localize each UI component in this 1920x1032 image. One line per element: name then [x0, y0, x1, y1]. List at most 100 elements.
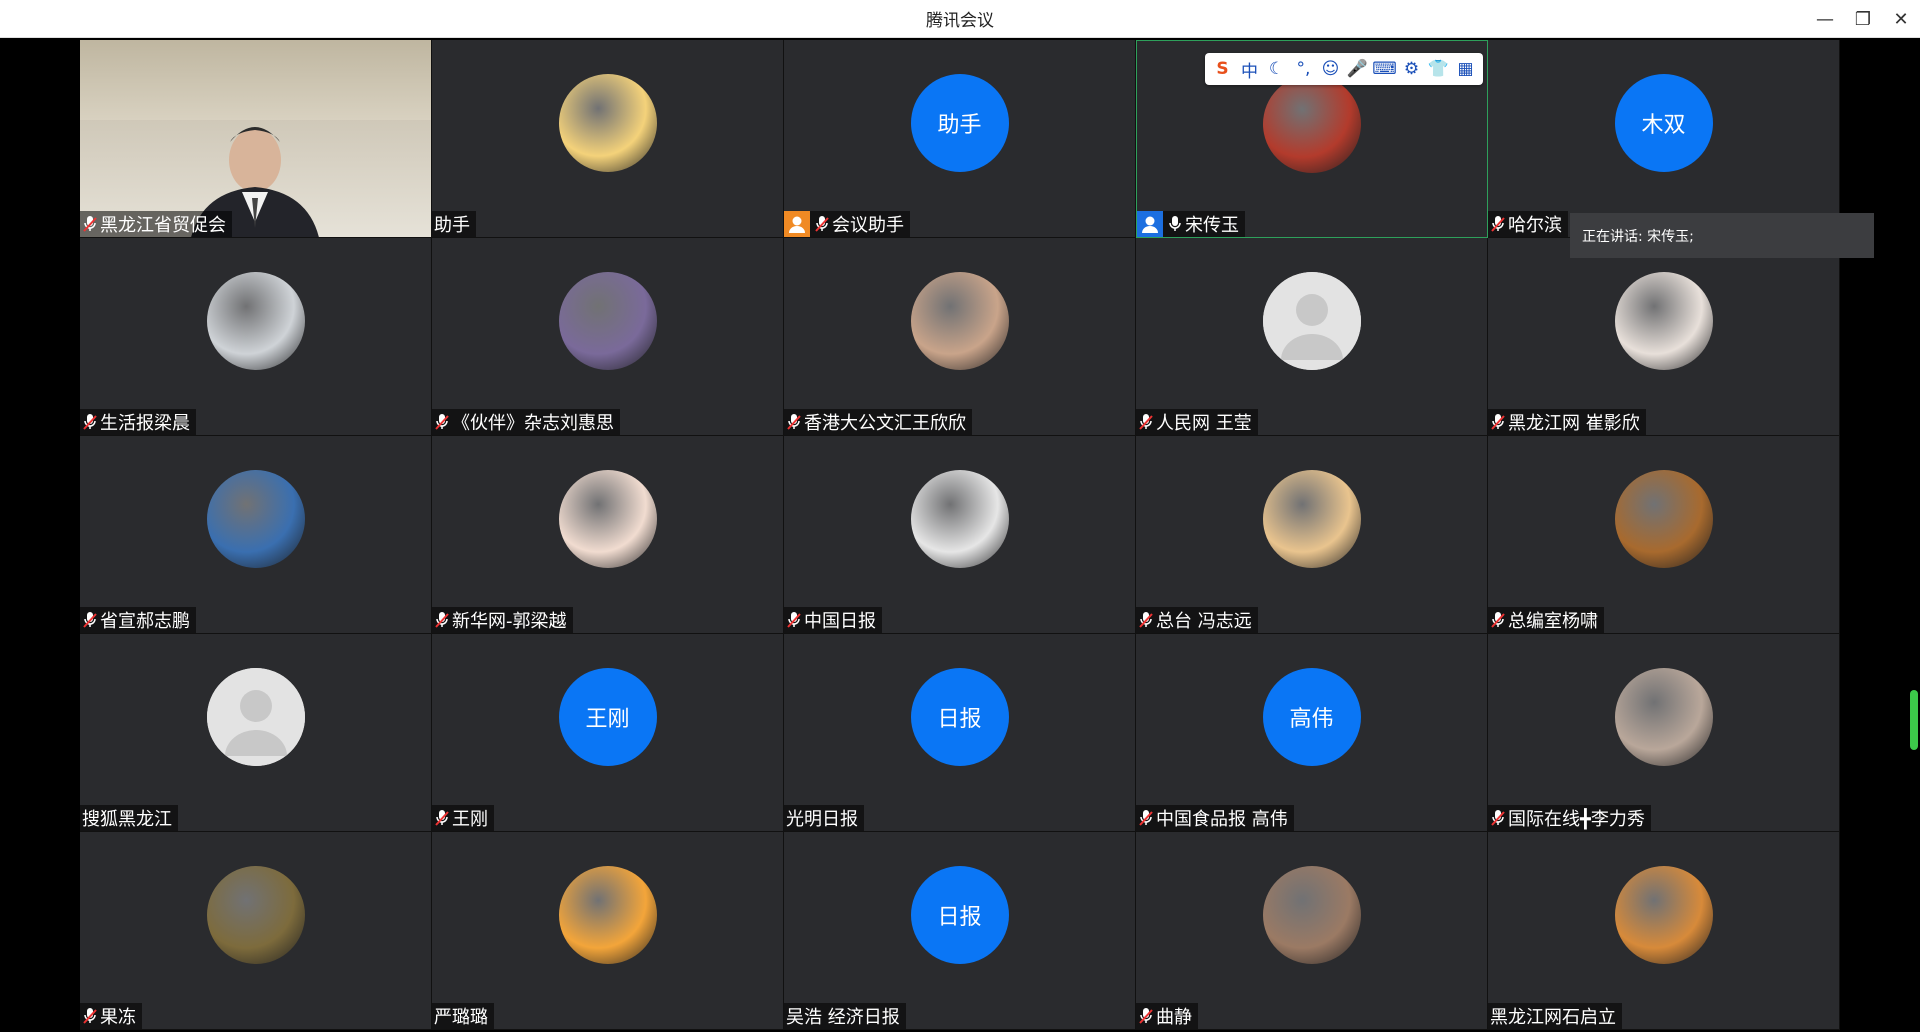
- participant-name-bar: 果冻: [80, 1003, 142, 1029]
- participant-tile[interactable]: 中国日报: [784, 436, 1136, 634]
- mic-muted-icon: [1138, 610, 1154, 630]
- participant-tile[interactable]: 省宣郝志鹏: [80, 436, 432, 634]
- avatar-image: [1262, 470, 1361, 568]
- participant-name-bar: 哈尔滨: [1488, 211, 1568, 237]
- ime-logo-icon[interactable]: S: [1209, 55, 1236, 83]
- participant-name-bar: 光明日报: [784, 805, 864, 831]
- participant-name: 光明日报: [786, 809, 858, 830]
- participant-name: 中国日报: [804, 611, 876, 632]
- participant-name: 黑龙江网石启立: [1490, 1007, 1616, 1028]
- minimize-button[interactable]: —: [1806, 0, 1844, 38]
- avatar-image: [558, 470, 657, 568]
- participant-grid: 黑龙江省贸促会 助手 助手 会议助手 S 中 ☾ °, ☺ 🎤 ⌨ ⚙ 👕 ▦ 宋传玉 木双 哈尔滨生活报梁晨 《…: [80, 40, 1840, 1030]
- avatar-image: [206, 470, 305, 568]
- speaking-indicator: 正在讲话: 宋传玉;: [1570, 213, 1874, 258]
- avatar-image: [206, 866, 305, 964]
- speaking-label: 正在讲话: 宋传玉;: [1582, 228, 1694, 245]
- window-title: 腾讯会议: [926, 11, 994, 31]
- participant-tile[interactable]: 助手: [432, 40, 784, 238]
- mic-muted-icon: [1490, 412, 1506, 432]
- participant-tile[interactable]: 高伟 中国食品报 高伟: [1136, 634, 1488, 832]
- avatar-image: [558, 866, 657, 964]
- participant-tile[interactable]: S 中 ☾ °, ☺ 🎤 ⌨ ⚙ 👕 ▦ 宋传玉: [1136, 40, 1488, 238]
- mic-muted-icon: [82, 610, 98, 630]
- participant-tile[interactable]: 曲静: [1136, 832, 1488, 1030]
- mic-muted-icon: [1490, 610, 1506, 630]
- skin-icon[interactable]: 👕: [1425, 55, 1452, 83]
- participant-name: 香港大公文汇王欣欣: [804, 413, 966, 434]
- participant-tile[interactable]: 《伙伴》杂志刘惠思: [432, 238, 784, 436]
- participant-tile[interactable]: 黑龙江省贸促会: [80, 40, 432, 238]
- participant-name-bar: 助手: [432, 211, 476, 237]
- participant-tile[interactable]: 国际在线╋李力秀: [1488, 634, 1840, 832]
- participant-name: 吴浩 经济日报: [786, 1007, 900, 1028]
- participant-tile[interactable]: 果冻: [80, 832, 432, 1030]
- participant-name-bar: 黑龙江省贸促会: [80, 211, 232, 237]
- participant-name: 人民网 王莹: [1156, 413, 1252, 434]
- participant-tile[interactable]: 搜狐黑龙江: [80, 634, 432, 832]
- keyboard-icon[interactable]: ⌨: [1371, 55, 1398, 83]
- avatar-image: [1614, 668, 1713, 766]
- participant-name: 省宣郝志鹏: [100, 611, 190, 632]
- ime-mode-button[interactable]: 中: [1236, 55, 1263, 83]
- participant-name-bar: 黑龙江网 崔影欣: [1488, 409, 1646, 435]
- participant-name-bar: 省宣郝志鹏: [80, 607, 196, 633]
- avatar-image: [1262, 866, 1361, 964]
- participant-name-bar: 总台 冯志远: [1136, 607, 1258, 633]
- avatar-initials: 高伟: [1262, 668, 1361, 766]
- mic-muted-icon: [786, 412, 802, 432]
- participant-name: 新华网-郭梁越: [452, 611, 567, 632]
- mic-icon[interactable]: 🎤: [1344, 55, 1371, 83]
- participant-tile[interactable]: 严璐璐: [432, 832, 784, 1030]
- participant-tile[interactable]: 生活报梁晨: [80, 238, 432, 436]
- emoji-icon[interactable]: ☺: [1317, 55, 1344, 83]
- title-bar: 腾讯会议 — ❐ ✕: [0, 0, 1920, 38]
- participant-tile[interactable]: 日报 光明日报: [784, 634, 1136, 832]
- participant-name-bar: 总编室杨啸: [1488, 607, 1604, 633]
- participant-tile[interactable]: 总编室杨啸: [1488, 436, 1840, 634]
- avatar-image: [1263, 75, 1361, 173]
- participant-name-bar: 宋传玉: [1137, 211, 1245, 237]
- tools-icon[interactable]: ⚙: [1398, 55, 1425, 83]
- avatar-image: [910, 470, 1009, 568]
- meeting-window: 腾讯会议 — ❐ ✕ 黑龙江省贸促会 助手 助手 会议助手 S 中 ☾ °, ☺ 🎤 ⌨ ⚙ 👕 ▦ 宋传玉…: [0, 0, 1920, 1032]
- participant-tile[interactable]: 日报 吴浩 经济日报: [784, 832, 1136, 1030]
- participant-tile[interactable]: 香港大公文汇王欣欣: [784, 238, 1136, 436]
- mic-muted-icon: [1490, 808, 1506, 828]
- participant-name: 生活报梁晨: [100, 413, 190, 434]
- participant-name-bar: 会议助手: [784, 211, 910, 237]
- participant-name-bar: 王刚: [432, 805, 494, 831]
- participant-tile[interactable]: 木双 哈尔滨: [1488, 40, 1840, 238]
- video-feed: [80, 40, 431, 237]
- mic-muted-icon: [434, 808, 450, 828]
- more-icon[interactable]: ▦: [1452, 55, 1479, 83]
- participant-name: 总编室杨啸: [1508, 611, 1598, 632]
- participant-name: 严璐璐: [434, 1007, 488, 1028]
- close-button[interactable]: ✕: [1882, 0, 1920, 38]
- participant-name: 哈尔滨: [1508, 215, 1562, 236]
- mic-muted-icon: [82, 214, 98, 234]
- participant-tile[interactable]: 助手 会议助手: [784, 40, 1136, 238]
- avatar-initials: 王刚: [558, 668, 657, 766]
- participant-tile[interactable]: 人民网 王莹: [1136, 238, 1488, 436]
- participant-name: 黑龙江省贸促会: [100, 215, 226, 236]
- mic-muted-icon: [434, 412, 450, 432]
- mic-muted-icon: [786, 610, 802, 630]
- participant-tile[interactable]: 王刚 王刚: [432, 634, 784, 832]
- side-scroll-handle[interactable]: [1910, 690, 1918, 750]
- moon-icon[interactable]: ☾: [1263, 55, 1290, 83]
- participant-name: 国际在线╋李力秀: [1508, 809, 1645, 830]
- participant-name-bar: 生活报梁晨: [80, 409, 196, 435]
- participant-tile[interactable]: 新华网-郭梁越: [432, 436, 784, 634]
- restore-button[interactable]: ❐: [1844, 0, 1882, 38]
- participant-tile[interactable]: 黑龙江网石启立: [1488, 832, 1840, 1030]
- participant-name: 会议助手: [832, 215, 904, 236]
- participant-name: 搜狐黑龙江: [82, 809, 172, 830]
- participant-tile[interactable]: 总台 冯志远: [1136, 436, 1488, 634]
- participant-tile[interactable]: 黑龙江网 崔影欣: [1488, 238, 1840, 436]
- punctuation-icon[interactable]: °,: [1290, 55, 1317, 83]
- mic-muted-icon: [82, 412, 98, 432]
- participant-name-bar: 黑龙江网石启立: [1488, 1003, 1622, 1029]
- mic-muted-icon: [1138, 1006, 1154, 1026]
- avatar-image: [558, 74, 657, 172]
